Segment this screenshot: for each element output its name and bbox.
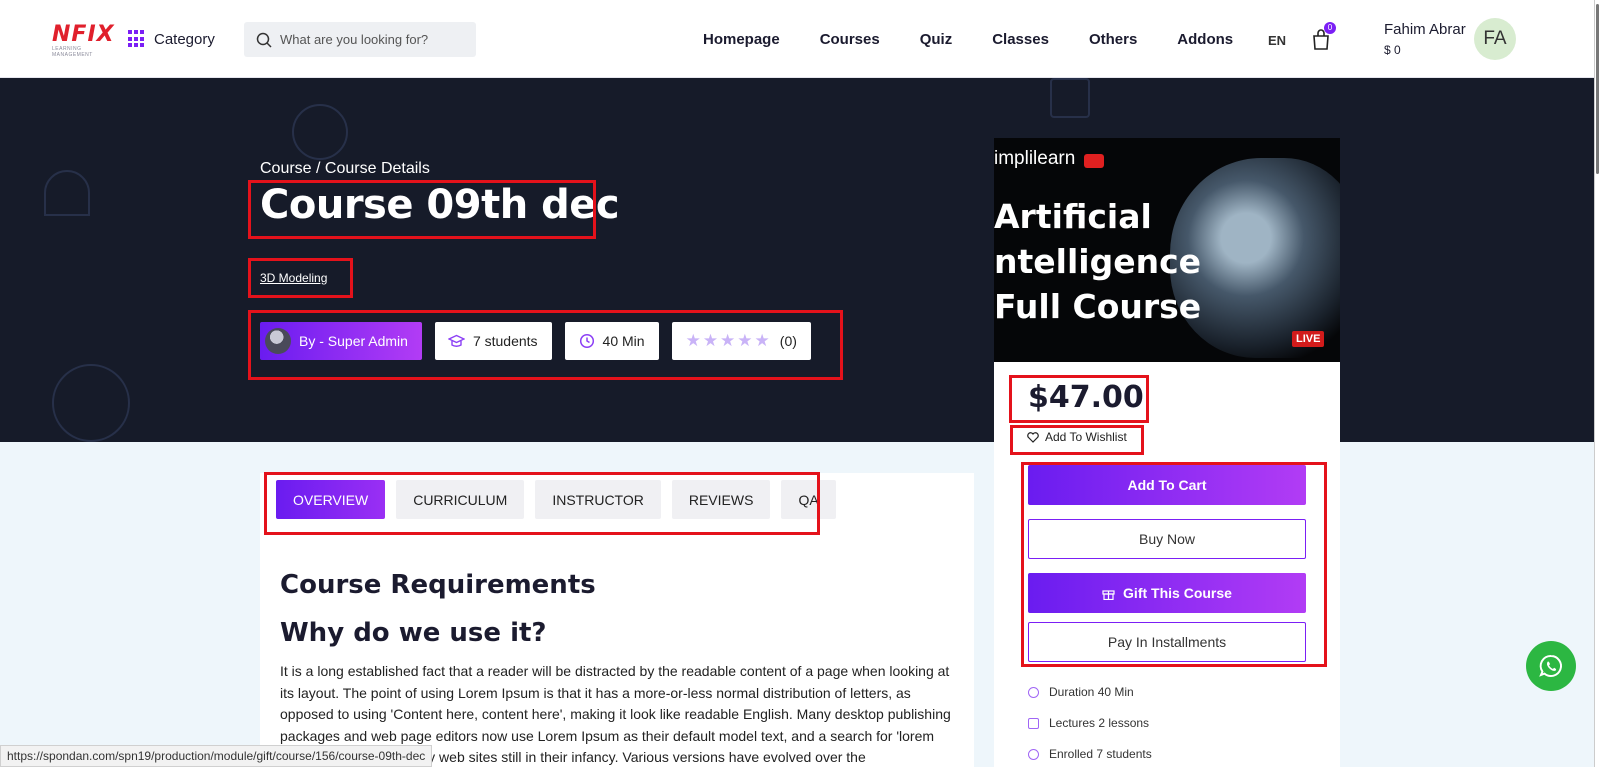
- user-balance: $ 0: [1384, 43, 1401, 57]
- highlight-box: [248, 180, 596, 239]
- whatsapp-chat-button[interactable]: [1526, 641, 1576, 691]
- grid-icon: [128, 30, 146, 48]
- nav-courses[interactable]: Courses: [820, 31, 880, 48]
- search-box: [244, 22, 476, 57]
- youtube-icon: [1084, 154, 1104, 168]
- clock-icon: [1028, 686, 1039, 698]
- highlight-box: [1009, 375, 1149, 423]
- scrollbar-thumb[interactable]: [1596, 4, 1599, 174]
- breadcrumb: Course / Course Details: [260, 160, 430, 177]
- nav-classes[interactable]: Classes: [992, 31, 1049, 48]
- highlight-box: [264, 472, 820, 535]
- meta-lectures-text: Lectures 2 lessons: [1049, 716, 1150, 730]
- top-header: NFIX LEARNING MANAGEMENT Category Homepa…: [0, 0, 1600, 78]
- highlight-box: [1021, 462, 1327, 667]
- user-name: Fahim Abrar: [1384, 21, 1466, 38]
- search-icon: [256, 32, 272, 48]
- meta-duration-text: Duration 40 Min: [1049, 685, 1134, 699]
- logo-text: NFIX: [52, 22, 115, 47]
- cart-count-badge: 0: [1324, 22, 1336, 34]
- decorative-globe: [52, 364, 130, 442]
- user-info[interactable]: Fahim Abrar $ 0: [1384, 21, 1466, 57]
- book-icon: [1028, 717, 1039, 729]
- course-hero: Course / Course Details Course 09th dec …: [0, 78, 1594, 442]
- nav-others[interactable]: Others: [1089, 31, 1137, 48]
- main-nav: Homepage Courses Quiz Classes Others Add…: [703, 31, 1273, 48]
- live-badge: LIVE: [1292, 331, 1325, 347]
- thumbnail-title-line: Artificial: [994, 197, 1152, 236]
- thumbnail-title-line: ntelligence: [994, 242, 1202, 281]
- language-selector[interactable]: EN: [1268, 33, 1286, 48]
- requirements-heading: Course Requirements: [280, 570, 596, 600]
- nav-addons[interactable]: Addons: [1177, 31, 1233, 48]
- logo[interactable]: NFIX LEARNING MANAGEMENT: [52, 22, 116, 59]
- meta-lectures: Lectures 2 lessons: [1028, 716, 1149, 730]
- meta-enrolled-text: Enrolled 7 students: [1049, 747, 1152, 761]
- category-menu[interactable]: Category: [128, 30, 215, 48]
- status-bar-url: https://spondan.com/spn19/production/mod…: [0, 745, 433, 767]
- whatsapp-icon: [1539, 654, 1562, 677]
- course-thumbnail: implilearn Artificial ntelligence Full C…: [994, 138, 1340, 362]
- highlight-box: [248, 310, 843, 380]
- meta-duration: Duration 40 Min: [1028, 685, 1134, 699]
- search-input[interactable]: [280, 32, 460, 47]
- user-icon: [1028, 748, 1039, 760]
- decorative-shape: [44, 170, 90, 216]
- thumbnail-brand: implilearn: [994, 148, 1076, 169]
- why-heading: Why do we use it?: [280, 618, 547, 648]
- highlight-box: [248, 258, 353, 298]
- avatar[interactable]: FA: [1474, 18, 1516, 60]
- thumbnail-title-line: Full Course: [994, 287, 1202, 326]
- decorative-shape: [292, 104, 348, 160]
- decorative-shape: [1050, 78, 1090, 118]
- highlight-box: [1010, 425, 1144, 455]
- meta-enrolled: Enrolled 7 students: [1028, 747, 1152, 761]
- logo-subtitle: LEARNING MANAGEMENT: [52, 46, 93, 58]
- nav-homepage[interactable]: Homepage: [703, 31, 780, 48]
- nav-quiz[interactable]: Quiz: [920, 31, 953, 48]
- category-label: Category: [154, 30, 215, 48]
- page-scrollbar[interactable]: [1594, 0, 1600, 767]
